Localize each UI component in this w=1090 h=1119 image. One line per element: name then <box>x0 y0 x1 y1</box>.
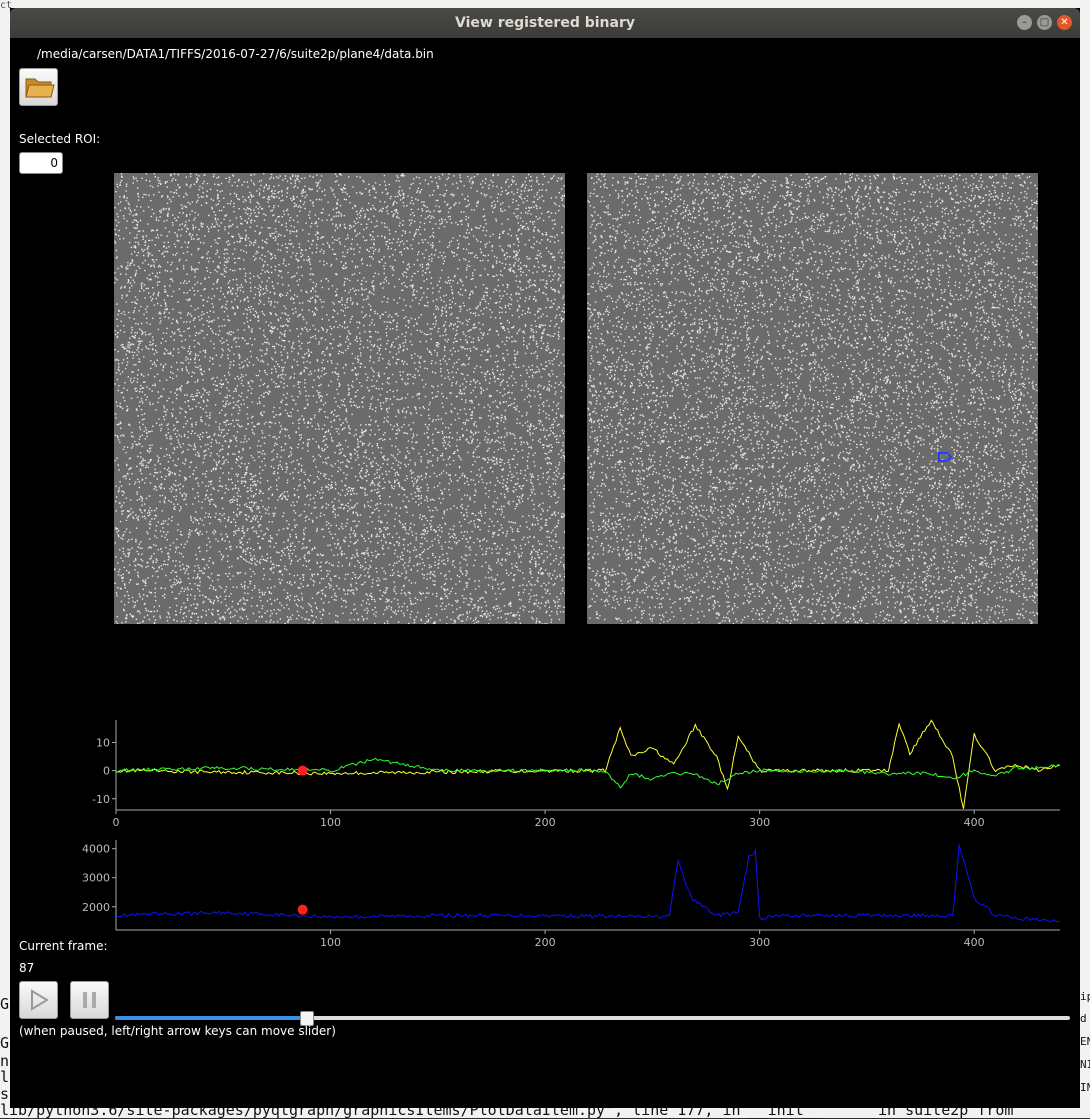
current-frame-marker <box>297 904 308 915</box>
roi-label: Selected ROI: <box>19 132 101 146</box>
title-bar[interactable]: View registered binary – □ ✕ <box>10 8 1080 38</box>
folder-icon <box>25 78 55 98</box>
x-tick-label: 200 <box>535 816 556 828</box>
fluorescence-plot[interactable]: 100 200 300 400 4000 3000 2000 <box>10 828 1080 948</box>
maximize-button[interactable]: □ <box>1037 15 1052 30</box>
mean-image-panel[interactable] <box>114 173 565 624</box>
play-button[interactable] <box>19 981 58 1019</box>
mean-image <box>114 173 565 624</box>
window-title: View registered binary <box>455 15 635 31</box>
y-tick-label: -10 <box>92 793 110 806</box>
slider-hint: (when paused, left/right arrow keys can … <box>19 1024 336 1038</box>
frame-image-panel[interactable] <box>587 173 1038 624</box>
frame-image <box>587 173 1038 624</box>
terminal-right-line: IN <box>1080 1081 1090 1094</box>
terminal-text-line: l <box>0 1068 10 1086</box>
file-path: /media/carsen/DATA1/TIFFS/2016-07-27/6/s… <box>37 47 434 61</box>
current-frame-value: 87 <box>19 961 35 975</box>
x-tick-label: 300 <box>749 816 770 828</box>
slider-fill <box>115 1016 306 1020</box>
series-line <box>115 719 1061 809</box>
series-line <box>115 757 1061 789</box>
current-frame-marker <box>297 765 308 776</box>
x-tick-label: 200 <box>535 936 556 948</box>
series-line <box>115 844 1061 923</box>
terminal-right-line: ip <box>1080 990 1090 1003</box>
app-window: View registered binary – □ ✕ /media/cars… <box>10 8 1080 1108</box>
x-tick-label: 0 <box>113 816 120 828</box>
terminal-right-line: d <box>1080 1012 1087 1025</box>
image-texture <box>114 173 565 624</box>
current-frame-label: Current frame: <box>19 939 108 953</box>
open-file-button[interactable] <box>19 68 58 106</box>
y-tick-label: 4000 <box>82 843 110 856</box>
pause-icon <box>83 992 96 1008</box>
x-tick-label: 400 <box>964 936 985 948</box>
y-tick-label: 0 <box>103 765 110 778</box>
x-tick-label: 300 <box>749 936 770 948</box>
x-tick-label: 100 <box>320 816 341 828</box>
minimize-button[interactable]: – <box>1017 15 1032 30</box>
roi-input[interactable]: 0 <box>19 152 63 174</box>
x-tick-label: 400 <box>964 816 985 828</box>
frame-slider[interactable] <box>115 1011 1070 1026</box>
pause-button[interactable] <box>70 981 109 1019</box>
terminal-text-line: G <box>0 1034 10 1052</box>
y-tick-label: 2000 <box>82 901 110 914</box>
y-tick-label: 3000 <box>82 872 110 885</box>
trace-plot[interactable]: 0 100 200 300 400100-10 <box>10 698 1080 828</box>
terminal-right-line: NI <box>1080 1058 1090 1071</box>
close-button[interactable]: ✕ <box>1057 15 1072 30</box>
y-tick-label: 10 <box>96 737 110 750</box>
x-tick-label: 100 <box>320 936 341 948</box>
roi-outline <box>938 452 953 462</box>
terminal-right-line: EN <box>1080 1035 1090 1048</box>
terminal-text-line: G <box>0 995 10 1013</box>
image-texture <box>587 173 1038 624</box>
play-icon <box>31 989 49 1011</box>
